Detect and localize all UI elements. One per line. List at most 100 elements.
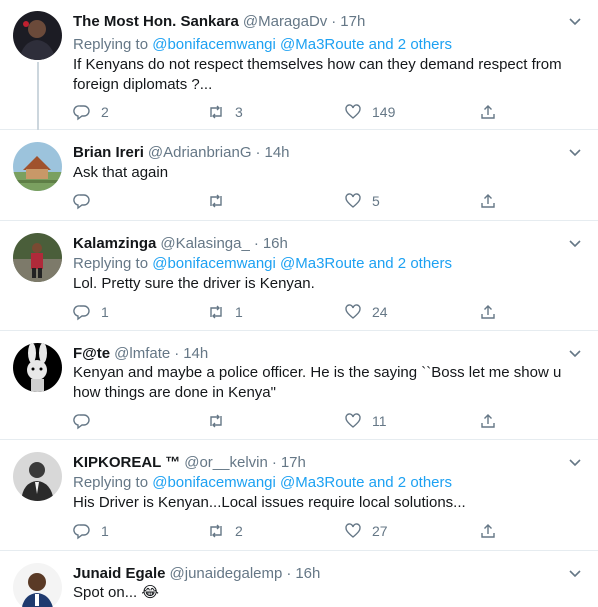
tweet-text-line: If Kenyans do not respect themselves how…: [73, 56, 562, 73]
timestamp[interactable]: 16h: [263, 235, 288, 252]
like-button[interactable]: 24: [344, 302, 388, 322]
like-icon: [345, 193, 361, 208]
chevron-down-icon[interactable]: [568, 566, 582, 580]
timestamp[interactable]: 17h: [340, 13, 365, 30]
share-button[interactable]: [479, 411, 497, 431]
share-icon: [481, 105, 495, 119]
display-name[interactable]: Brian Ireri: [73, 144, 144, 161]
separator-dot: ·: [255, 144, 261, 161]
separator-dot: ·: [253, 235, 259, 252]
retweet-button[interactable]: 1: [207, 302, 243, 322]
user-handle[interactable]: @lmfate: [114, 345, 170, 362]
share-button[interactable]: [479, 102, 497, 122]
separator-dot: ·: [286, 565, 292, 582]
display-name[interactable]: Junaid Egale: [73, 565, 166, 582]
reply-button[interactable]: 2: [73, 102, 109, 122]
chevron-down-icon[interactable]: [568, 14, 582, 28]
tweet-brian[interactable]: Brian Ireri @AdrianbrianG · 14h Ask that ag…: [0, 131, 598, 221]
tweet-actions: 1 1 24: [73, 302, 503, 322]
timestamp[interactable]: 14h: [264, 144, 289, 161]
timestamp[interactable]: 14h: [183, 345, 208, 362]
replying-to-label: Replying to: [73, 474, 153, 491]
retweet-button[interactable]: [207, 411, 235, 431]
reply-count: 1: [101, 523, 109, 539]
tweet-header: F@te @lmfate · 14h: [73, 344, 208, 363]
tweet-text-line: Lol. Pretty sure the driver is Kenyan.: [73, 275, 315, 292]
display-name[interactable]: The Most Hon. Sankara: [73, 13, 239, 30]
like-count: 27: [372, 523, 388, 539]
replying-to-label: Replying to: [73, 255, 153, 272]
tweet-text-line: Kenyan and maybe a police officer. He is…: [73, 364, 562, 381]
avatar[interactable]: [13, 452, 62, 501]
share-button[interactable]: [479, 521, 497, 541]
tweet-sankara[interactable]: The Most Hon. Sankara @MaragaDv · 17h Reply…: [0, 0, 598, 130]
reply-button[interactable]: [73, 411, 101, 431]
retweet-button[interactable]: 3: [207, 102, 243, 122]
tweet-kalamzinga[interactable]: Kalamzinga @Kalasinga_ · 16h Replying to @b…: [0, 222, 598, 331]
user-handle[interactable]: @junaidegalemp: [170, 565, 283, 582]
replying-to-link[interactable]: @bonifacemwangi @Ma3Route and 2 others: [152, 36, 452, 53]
reply-button[interactable]: 1: [73, 302, 109, 322]
separator-dot: ·: [271, 454, 277, 471]
like-button[interactable]: 11: [344, 411, 387, 431]
retweet-icon: [210, 305, 222, 319]
like-button[interactable]: 27: [344, 521, 388, 541]
replying-to-link[interactable]: @bonifacemwangi @Ma3Route and 2 others: [152, 474, 452, 491]
tweet-header: Brian Ireri @AdrianbrianG · 14h: [73, 143, 290, 162]
tweet-actions: 5: [73, 191, 503, 211]
avatar[interactable]: [13, 563, 62, 607]
avatar[interactable]: [13, 142, 62, 191]
display-name[interactable]: Kalamzinga: [73, 235, 156, 252]
retweet-button[interactable]: 2: [207, 521, 243, 541]
retweet-icon: [210, 105, 222, 119]
like-count: 24: [372, 304, 388, 320]
tweet-text-line: foreign diplomats ?...: [73, 76, 213, 93]
chevron-down-icon[interactable]: [568, 145, 582, 159]
avatar[interactable]: [13, 233, 62, 282]
timestamp[interactable]: 16h: [295, 565, 320, 582]
chevron-down-icon[interactable]: [568, 455, 582, 469]
like-button[interactable]: 149: [344, 102, 395, 122]
tweet-text-line: how things are done in Kenya": [73, 384, 276, 401]
tweet-actions: 11: [73, 411, 503, 431]
share-button[interactable]: [479, 191, 497, 211]
avatar[interactable]: [13, 11, 62, 60]
user-handle[interactable]: @Kalasinga_: [160, 235, 249, 252]
share-icon: [481, 194, 495, 208]
replying-to-link[interactable]: @bonifacemwangi @Ma3Route and 2 others: [152, 255, 452, 272]
like-icon: [345, 523, 361, 538]
like-icon: [345, 413, 361, 428]
tweet-header: Kalamzinga @Kalasinga_ · 16h: [73, 234, 288, 253]
tweet-text-line: Spot on... 😂: [73, 584, 159, 601]
chevron-down-icon[interactable]: [568, 236, 582, 250]
user-handle[interactable]: @AdrianbrianG: [148, 144, 252, 161]
tweet-fate[interactable]: F@te @lmfate · 14h Kenyan and maybe a polic…: [0, 332, 598, 440]
replying-to-label: Replying to: [73, 36, 153, 53]
separator-dot: ·: [331, 13, 337, 30]
chevron-down-icon[interactable]: [568, 346, 582, 360]
retweet-button[interactable]: [207, 191, 235, 211]
retweet-icon: [210, 194, 222, 208]
like-button[interactable]: 5: [344, 191, 380, 211]
tweet-text: Lol. Pretty sure the driver is Kenyan.: [73, 274, 573, 294]
tweet-kipkoreal[interactable]: KIPKOREAL ™ @or__kelvin · 17h Replying to @…: [0, 441, 598, 551]
tweet-junaid[interactable]: Junaid Egale @junaidegalemp · 16h Spot on..…: [0, 552, 598, 607]
reply-button[interactable]: 1: [73, 521, 109, 541]
tweet-header: KIPKOREAL ™ @or__kelvin · 17h: [73, 453, 306, 472]
tweet-text-line: His Driver is Kenyan...Local issues requ…: [73, 494, 466, 511]
user-handle[interactable]: @MaragaDv: [243, 13, 327, 30]
share-button[interactable]: [479, 302, 497, 322]
tweet-header: Junaid Egale @junaidegalemp · 16h: [73, 564, 320, 583]
display-name[interactable]: KIPKOREAL ™: [73, 454, 180, 471]
avatar[interactable]: [13, 343, 62, 392]
tweet-text: If Kenyans do not respect themselves how…: [73, 55, 573, 95]
reply-feed: The Most Hon. Sankara @MaragaDv · 17h Reply…: [0, 0, 598, 607]
tweet-text: Spot on... 😂: [73, 583, 573, 603]
like-icon: [345, 304, 361, 319]
reply-button[interactable]: [73, 191, 101, 211]
display-name[interactable]: F@te: [73, 345, 110, 362]
timestamp[interactable]: 17h: [281, 454, 306, 471]
retweet-count: 1: [235, 304, 243, 320]
user-handle[interactable]: @or__kelvin: [184, 454, 268, 471]
retweet-count: 2: [235, 523, 243, 539]
